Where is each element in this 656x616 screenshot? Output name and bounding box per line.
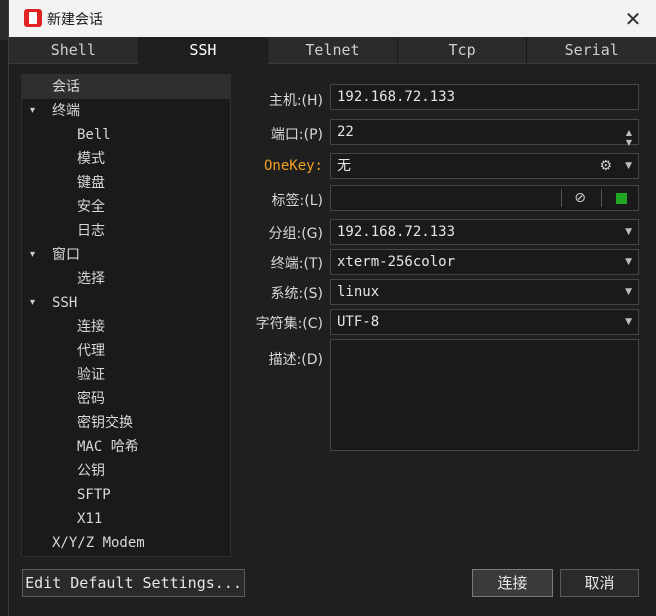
- tree-item-kex[interactable]: 密钥交换: [77, 411, 133, 435]
- description-textarea[interactable]: [330, 339, 639, 451]
- tree-item-proxy[interactable]: 代理: [77, 339, 105, 363]
- tag-input[interactable]: ⊘: [330, 185, 639, 211]
- tree-item-sftp[interactable]: SFTP: [77, 483, 111, 507]
- description-label: 描述:(D): [268, 352, 323, 368]
- chevron-down-icon[interactable]: ▼: [625, 310, 632, 334]
- tree-item-password[interactable]: 密码: [77, 387, 105, 411]
- tree-item-pubkey[interactable]: 公钥: [77, 459, 105, 483]
- new-session-dialog: 新建会话 ✕ Shell SSH Telnet Tcp Serial 会话 ▾ …: [8, 0, 656, 616]
- tab-ssh[interactable]: SSH: [138, 37, 269, 64]
- tree-item-label: 会话: [52, 79, 80, 95]
- group-label: 分组:(G): [268, 226, 324, 242]
- app-logo-icon: [24, 9, 42, 27]
- tag-label: 标签:(L): [271, 193, 323, 209]
- terminal-label: 终端:(T): [270, 256, 323, 272]
- gear-icon[interactable]: ⚙: [599, 154, 612, 178]
- charset-label: 字符集:(C): [255, 316, 323, 332]
- connect-button[interactable]: 连接: [472, 569, 553, 597]
- spin-down-icon[interactable]: ▼: [626, 131, 632, 155]
- tree-item-x11[interactable]: X11: [77, 507, 102, 531]
- tree-item-label: 窗口: [52, 247, 80, 263]
- cancel-button[interactable]: 取消: [560, 569, 639, 597]
- tree-item-connection[interactable]: 连接: [77, 315, 105, 339]
- host-label: 主机:(H): [268, 93, 323, 109]
- chevron-down-icon[interactable]: ▼: [625, 154, 632, 178]
- host-input[interactable]: 192.168.72.133: [330, 84, 639, 110]
- tree-item-label: 终端: [52, 103, 80, 119]
- port-label: 端口:(P): [270, 127, 323, 143]
- title-bar: 新建会话 ✕: [9, 0, 656, 37]
- terminal-value: xterm-256color: [337, 254, 456, 270]
- tree-item-selection[interactable]: 选择: [77, 267, 105, 291]
- chevron-down-icon[interactable]: ▼: [625, 280, 632, 304]
- onekey-value: 无: [337, 158, 351, 174]
- charset-value: UTF-8: [337, 314, 380, 330]
- chevron-down-icon[interactable]: ▾: [30, 243, 35, 267]
- tab-serial[interactable]: Serial: [527, 37, 656, 64]
- group-value: 192.168.72.133: [337, 224, 456, 240]
- port-spinbox[interactable]: 22 ▲ ▼: [330, 119, 639, 147]
- edit-default-settings-button[interactable]: Edit Default Settings...: [22, 569, 245, 597]
- port-value: 22: [337, 124, 354, 140]
- onekey-label: OneKey:: [263, 158, 323, 174]
- system-select[interactable]: linux ▼: [330, 279, 639, 305]
- tree-item-mode[interactable]: 模式: [77, 147, 105, 171]
- tab-tcp[interactable]: Tcp: [397, 37, 528, 64]
- tree-item-ssh[interactable]: ▾ SSH: [22, 291, 230, 315]
- system-label: 系统:(S): [270, 286, 323, 302]
- tree-item-session[interactable]: 会话: [22, 75, 230, 99]
- tab-shell[interactable]: Shell: [9, 37, 139, 64]
- tree-item-security[interactable]: 安全: [77, 195, 105, 219]
- chevron-down-icon[interactable]: ▾: [30, 291, 35, 315]
- tree-item-terminal[interactable]: ▾ 终端: [22, 99, 230, 123]
- clear-color-icon[interactable]: ⊘: [574, 186, 586, 210]
- chevron-down-icon[interactable]: ▾: [30, 99, 35, 123]
- chevron-down-icon[interactable]: ▼: [625, 220, 632, 244]
- tree-item-label: SSH: [52, 295, 78, 311]
- divider: [601, 189, 602, 207]
- tree-item-window[interactable]: ▾ 窗口: [22, 243, 230, 267]
- tree-item-modem[interactable]: X/Y/Z Modem: [52, 531, 145, 555]
- charset-select[interactable]: UTF-8 ▼: [330, 309, 639, 335]
- tree-item-mac[interactable]: MAC 哈希: [77, 435, 139, 459]
- tree-item-auth[interactable]: 验证: [77, 363, 105, 387]
- protocol-tabs: Shell SSH Telnet Tcp Serial: [9, 37, 656, 64]
- tab-telnet[interactable]: Telnet: [268, 37, 398, 64]
- tree-item-bell[interactable]: Bell: [77, 123, 111, 147]
- terminal-type-select[interactable]: xterm-256color ▼: [330, 249, 639, 275]
- system-value: linux: [337, 284, 380, 300]
- chevron-down-icon[interactable]: ▼: [625, 250, 632, 274]
- window-title: 新建会话: [47, 12, 103, 28]
- tree-item-log[interactable]: 日志: [77, 219, 105, 243]
- close-icon[interactable]: ✕: [619, 5, 647, 33]
- settings-tree: 会话 ▾ 终端 Bell 模式 键盘 安全 日志 ▾ 窗口 选择 ▾ SSH 连…: [21, 74, 231, 557]
- divider: [561, 189, 562, 207]
- tree-item-keyboard[interactable]: 键盘: [77, 171, 105, 195]
- onekey-select[interactable]: 无 ⚙ ▼: [330, 153, 639, 179]
- group-select[interactable]: 192.168.72.133 ▼: [330, 219, 639, 245]
- color-swatch-icon[interactable]: [616, 193, 627, 204]
